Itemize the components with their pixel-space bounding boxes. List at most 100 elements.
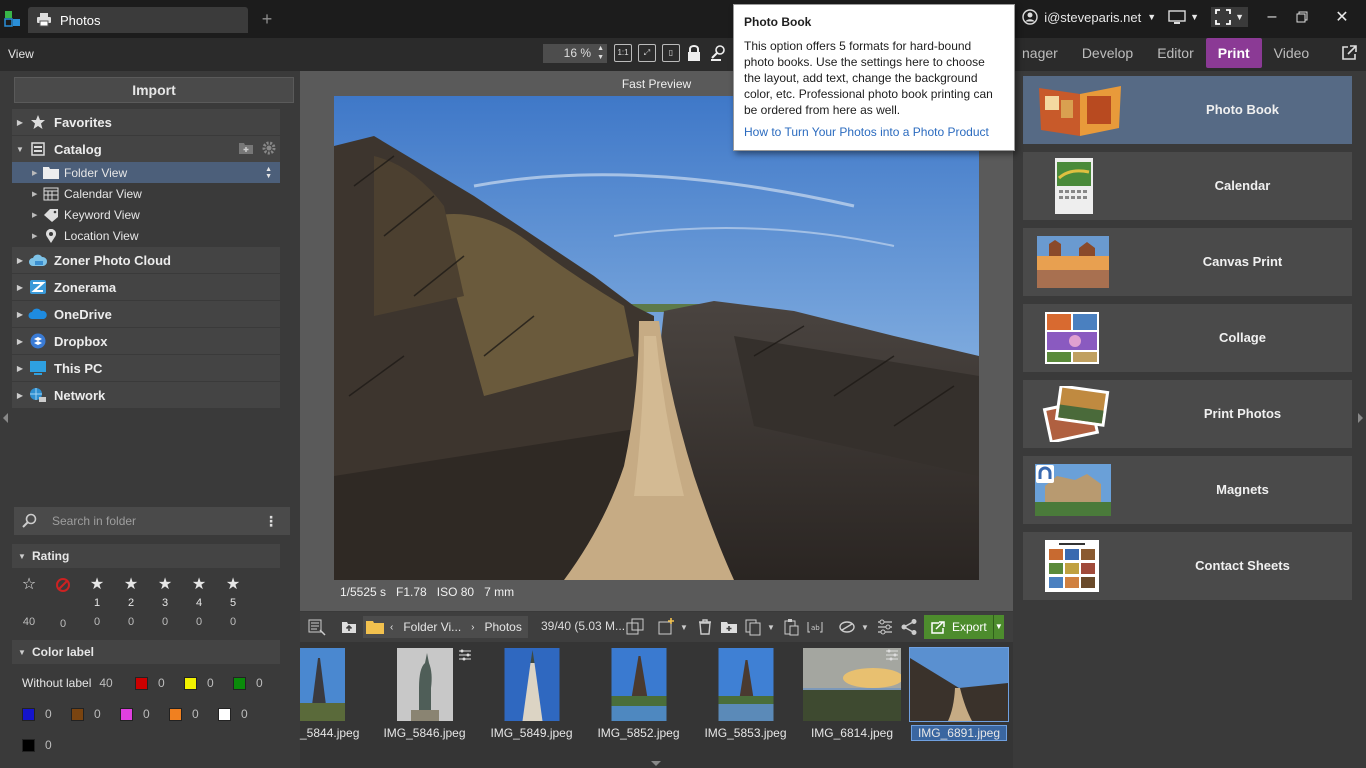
- export-button[interactable]: Export ▼: [924, 615, 1004, 639]
- tree-item-dropbox[interactable]: ▶ Dropbox: [12, 328, 280, 354]
- rating-filter-4[interactable]: ★ 4 0: [187, 576, 211, 632]
- rating-filter-1[interactable]: ★ 1 0: [85, 576, 109, 632]
- collapse-right-panel-icon[interactable]: [1358, 413, 1363, 423]
- select-mode-icon[interactable]: [308, 618, 326, 636]
- color-filter-yellow[interactable]: 0: [184, 676, 214, 690]
- collapse-arrow-icon[interactable]: ▼: [12, 648, 32, 657]
- maximize-button[interactable]: [1296, 11, 1320, 23]
- loupe-icon[interactable]: [710, 44, 728, 62]
- tree-item-zoner-photo-cloud[interactable]: ▶ Zoner Photo Cloud: [12, 247, 280, 273]
- thumbnail[interactable]: IMG_5846.jpeg: [378, 648, 471, 758]
- folder-icon[interactable]: [363, 620, 386, 634]
- collapse-arrow-icon[interactable]: ▼: [12, 145, 28, 154]
- reorder-icon[interactable]: ▲ ▼: [265, 166, 272, 180]
- tree-item-calendar-view[interactable]: ▶ Calendar View: [12, 183, 280, 204]
- expand-arrow-icon[interactable]: ▶: [12, 310, 28, 319]
- tooltip-help-link[interactable]: How to Turn Your Photos into a Photo Pro…: [744, 125, 1004, 139]
- preview-photo[interactable]: [334, 96, 979, 580]
- collapse-left-panel-icon[interactable]: [3, 413, 8, 423]
- zoom-spinner-icon[interactable]: ▲ ▼: [597, 44, 604, 62]
- filter-settings-icon[interactable]: [876, 618, 894, 636]
- expand-arrow-icon[interactable]: ▶: [32, 211, 42, 219]
- module-tab-print[interactable]: Print: [1205, 38, 1262, 68]
- view-menu[interactable]: View: [8, 47, 34, 61]
- gear-icon[interactable]: [261, 140, 277, 156]
- module-tab-manager[interactable]: nager: [1010, 38, 1070, 68]
- one-to-one-button[interactable]: 1:1: [614, 44, 632, 62]
- expand-arrow-icon[interactable]: ▶: [12, 256, 28, 265]
- go-up-folder-icon[interactable]: [340, 618, 358, 636]
- import-button[interactable]: Import: [14, 77, 294, 103]
- chevron-down-icon[interactable]: ▼: [861, 623, 869, 632]
- share-icon[interactable]: [900, 618, 918, 636]
- color-filter-green[interactable]: 0: [233, 676, 263, 690]
- tree-item-favorites[interactable]: ▶ Favorites: [12, 109, 280, 135]
- expand-arrow-icon[interactable]: ▶: [12, 391, 28, 400]
- fullscreen-menu[interactable]: ▼: [1211, 7, 1248, 27]
- expand-arrow-icon[interactable]: ▶: [32, 232, 42, 240]
- expand-arrow-icon[interactable]: ▶: [12, 283, 28, 292]
- trash-icon[interactable]: [696, 618, 714, 636]
- module-tab-video[interactable]: Video: [1262, 38, 1322, 68]
- breadcrumb-item[interactable]: Folder Vi...: [397, 620, 467, 634]
- add-folder-icon[interactable]: [238, 141, 254, 155]
- color-filter-black[interactable]: 0: [22, 738, 52, 752]
- new-image-icon[interactable]: [657, 618, 675, 636]
- thumbnail[interactable]: IMG_5853.jpeg: [699, 648, 792, 758]
- product-print-photos[interactable]: Print Photos: [1023, 380, 1352, 448]
- more-options-icon[interactable]: ⋮: [264, 513, 278, 530]
- expand-arrow-icon[interactable]: ▶: [12, 364, 28, 373]
- tree-item-folder-view[interactable]: ▶ Folder View ▲ ▼: [12, 162, 280, 183]
- module-tab-editor[interactable]: Editor: [1145, 38, 1206, 68]
- module-tab-develop[interactable]: Develop: [1070, 38, 1145, 68]
- expand-arrow-icon[interactable]: ▶: [12, 337, 28, 346]
- product-canvas-print[interactable]: Canvas Print: [1023, 228, 1352, 296]
- product-collage[interactable]: Collage: [1023, 304, 1352, 372]
- tree-item-zonerama[interactable]: ▶ Zonerama: [12, 274, 280, 300]
- app-tab-photos[interactable]: Photos: [28, 7, 248, 33]
- tree-item-keyword-view[interactable]: ▶ Keyword View: [12, 204, 280, 225]
- color-filter-none[interactable]: Without label 40: [22, 676, 113, 690]
- app-logo-icon[interactable]: [4, 10, 22, 28]
- tree-item-network[interactable]: ▶ Network: [12, 382, 280, 408]
- tree-item-catalog[interactable]: ▼ Catalog: [12, 136, 280, 162]
- rating-filter-3[interactable]: ★ 3 0: [153, 576, 177, 632]
- tree-item-location-view[interactable]: ▶ Location View: [12, 225, 280, 246]
- fit-to-screen-icon[interactable]: ⤢: [638, 44, 656, 62]
- expand-arrow-icon[interactable]: ▶: [12, 118, 28, 127]
- expand-arrow-icon[interactable]: ▶: [32, 190, 42, 198]
- tree-item-onedrive[interactable]: ▶ OneDrive: [12, 301, 280, 327]
- color-filter-white[interactable]: 0: [218, 707, 248, 721]
- color-filter-blue[interactable]: 0: [22, 707, 52, 721]
- chevron-down-icon[interactable]: ▼: [767, 623, 775, 632]
- product-photo-book[interactable]: Photo Book: [1023, 76, 1352, 144]
- rating-filter-unrated[interactable]: ☆ 40: [17, 576, 41, 632]
- expand-arrow-icon[interactable]: ▶: [32, 169, 42, 177]
- chevron-down-icon[interactable]: ▼: [680, 623, 688, 632]
- rating-section-header[interactable]: ▼ Rating: [12, 544, 280, 568]
- paste-icon[interactable]: [782, 618, 800, 636]
- rating-filter-2[interactable]: ★ 2 0: [119, 576, 143, 632]
- rating-filter-rejected[interactable]: 0: [51, 576, 75, 634]
- open-external-icon[interactable]: [1340, 44, 1358, 62]
- image-edit-icon[interactable]: [838, 618, 856, 636]
- user-menu[interactable]: i@steveparis.net ▼: [1022, 9, 1156, 25]
- new-folder-icon[interactable]: [720, 618, 738, 636]
- zoom-field[interactable]: 16 % ▲ ▼: [543, 44, 607, 63]
- rename-icon[interactable]: ab: [806, 618, 824, 636]
- rating-filter-5[interactable]: ★ 5 0: [221, 576, 245, 632]
- monitor-menu[interactable]: ▼: [1168, 9, 1199, 25]
- thumbnail[interactable]: _5844.jpeg: [300, 648, 359, 758]
- copy-move-icon[interactable]: [744, 618, 762, 636]
- color-filter-orange[interactable]: 0: [169, 707, 199, 721]
- product-contact-sheets[interactable]: Contact Sheets: [1023, 532, 1352, 600]
- minimize-button[interactable]: –: [1260, 8, 1284, 26]
- compare-icon[interactable]: [626, 618, 644, 636]
- tree-item-this-pc[interactable]: ▶ This PC: [12, 355, 280, 381]
- color-filter-brown[interactable]: 0: [71, 707, 101, 721]
- color-filter-red[interactable]: 0: [135, 676, 165, 690]
- color-filter-pink[interactable]: 0: [120, 707, 150, 721]
- color-label-section-header[interactable]: ▼ Color label: [12, 640, 280, 664]
- fit-height-icon[interactable]: ▯: [662, 44, 680, 62]
- product-magnets[interactable]: Magnets: [1023, 456, 1352, 524]
